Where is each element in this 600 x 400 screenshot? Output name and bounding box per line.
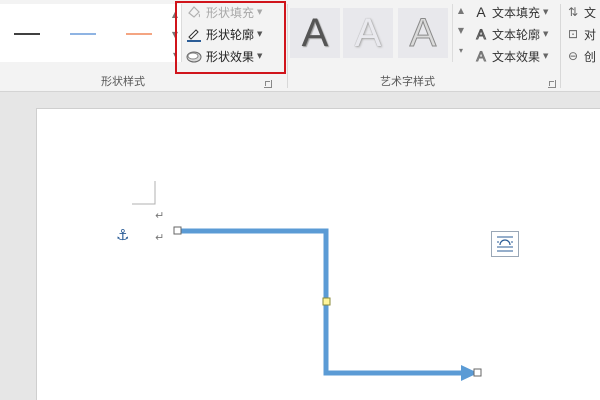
chevron-down-icon: ▼ bbox=[543, 8, 549, 16]
layout-options-button[interactable] bbox=[491, 231, 519, 257]
wordart-gallery-scrollbar: ▲ ▼ ▾ bbox=[452, 4, 466, 62]
line-style-dark[interactable] bbox=[14, 33, 40, 35]
document-page[interactable]: ↵ ↵ ⚓ bbox=[36, 108, 600, 400]
wordart-letter: A bbox=[354, 10, 382, 55]
wordart-letter: A bbox=[409, 10, 437, 55]
dialog-launcher-icon[interactable] bbox=[548, 80, 556, 88]
text-outline-icon: A bbox=[476, 26, 486, 43]
align-text-label: 对 bbox=[584, 27, 597, 42]
scroll-down-icon[interactable]: ▼ bbox=[456, 26, 466, 36]
text-fill-button[interactable]: A 文本填充 ▼ bbox=[474, 2, 548, 22]
text-direction-label: 文 bbox=[584, 5, 597, 20]
line-style-orange[interactable] bbox=[126, 33, 152, 35]
chevron-down-icon: ▼ bbox=[543, 52, 549, 60]
start-handle[interactable] bbox=[173, 226, 182, 235]
shape-styles-group-label: 形状样式 bbox=[101, 75, 145, 88]
anchor-icon: ⚓ bbox=[116, 226, 130, 244]
wordart-style-3[interactable]: A bbox=[398, 8, 448, 58]
text-outline-button[interactable]: A 文本轮廓 ▼ bbox=[474, 24, 549, 44]
gallery-more-icon[interactable]: ▾ bbox=[456, 46, 466, 56]
link-icon: ⊖ bbox=[567, 49, 579, 63]
end-handle[interactable] bbox=[473, 368, 482, 377]
dialog-launcher-icon[interactable] bbox=[264, 80, 272, 88]
create-link-button[interactable]: ⊖ 创 bbox=[566, 46, 596, 66]
scroll-up-icon[interactable]: ▲ bbox=[456, 6, 466, 16]
paragraph-mark: ↵ bbox=[155, 231, 165, 244]
create-link-label: 创 bbox=[584, 49, 597, 64]
layout-options-icon bbox=[497, 236, 513, 252]
chevron-down-icon: ▼ bbox=[543, 30, 549, 38]
line-style-gallery: ▲ ▼ ▾ bbox=[0, 4, 182, 62]
text-direction-icon: ⇅ bbox=[567, 5, 579, 19]
text-direction-button[interactable]: ⇅ 文 bbox=[566, 2, 596, 22]
elbow-connector-arrow[interactable] bbox=[178, 228, 461, 376]
wordart-style-1[interactable]: A bbox=[290, 8, 340, 58]
wordart-styles-group-label: 艺术字样式 bbox=[380, 75, 435, 88]
wordart-style-2[interactable]: A bbox=[343, 8, 393, 58]
line-style-blue[interactable] bbox=[70, 33, 96, 35]
paragraph-mark: ↵ bbox=[155, 209, 165, 222]
text-effects-label: 文本效果 bbox=[492, 49, 541, 64]
text-fill-label: 文本填充 bbox=[492, 5, 541, 20]
group-divider bbox=[287, 4, 288, 88]
highlight-box bbox=[175, 1, 286, 74]
margin-corner-mark bbox=[132, 181, 156, 205]
text-effects-icon: A bbox=[476, 48, 486, 65]
ribbon: ▲ ▼ ▾ 形状填充 ▼ 形状轮廓 ▼ 形状效果 ▼ 形状样式 A A A ▲ … bbox=[0, 0, 600, 92]
text-effects-button[interactable]: A 文本效果 ▼ bbox=[474, 46, 549, 66]
align-text-icon: ⊡ bbox=[567, 27, 579, 41]
group-divider bbox=[560, 4, 561, 88]
adjust-handle[interactable] bbox=[322, 297, 331, 306]
text-outline-label: 文本轮廓 bbox=[492, 27, 541, 42]
text-fill-icon: A bbox=[476, 4, 486, 20]
align-text-button[interactable]: ⊡ 对 bbox=[566, 24, 596, 44]
wordart-letter: A bbox=[301, 10, 329, 55]
